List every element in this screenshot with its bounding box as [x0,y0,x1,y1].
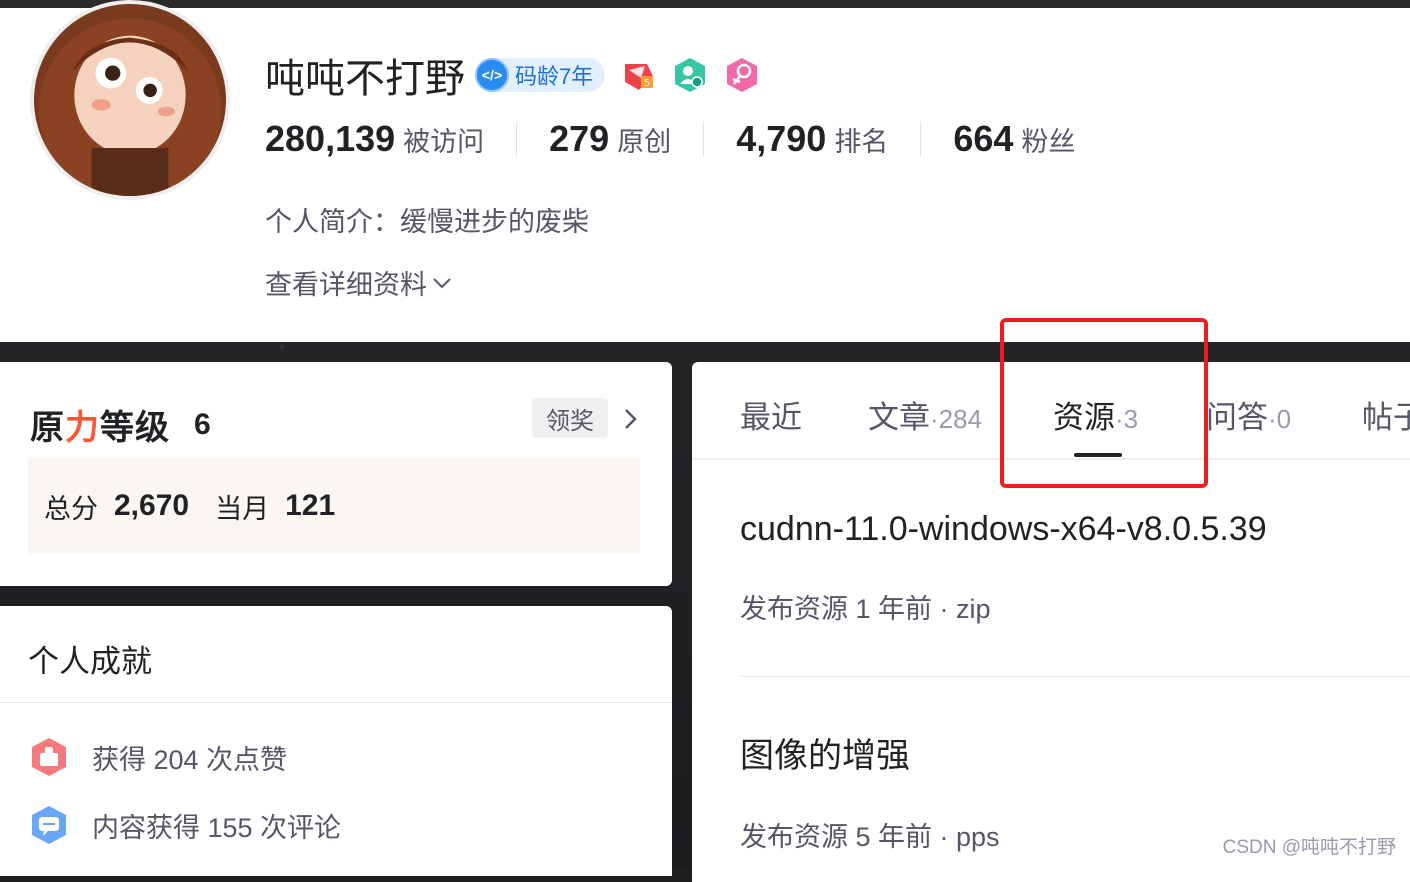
verified-user-badge-icon[interactable] [671,56,709,94]
achievements-card: 个人成就 获得 204 次点赞 内容获得 155 次评论 [0,606,672,876]
svg-text:5: 5 [644,78,650,89]
profile-stats: 280,139 被访问 279 原创 4,790 排名 664 粉丝 [265,118,1075,160]
blog-expert-badge-icon[interactable]: 5 [619,56,657,94]
stat-rank[interactable]: 4,790 排名 [736,118,888,160]
resource-meta: 发布资源 1 年前 · zip [740,594,991,624]
tab-qa[interactable]: 问答·0 [1206,392,1291,437]
tab-count: ·0 [1268,404,1292,434]
resource-meta: 发布资源 5 年前 · pps [740,822,1000,852]
total-score-value: 2,670 [114,489,190,522]
code-age-text: 码龄7年 [515,64,594,89]
profile-header: 吨吨不打野 </> 码龄7年 5 280,139 被访问 279 原创 4,79… [0,0,1410,342]
stat-fans[interactable]: 664 粉丝 [953,118,1075,160]
active-tab-indicator [1074,453,1122,457]
achievement-item: 获得 204 次点赞 [28,736,287,778]
month-score-value: 121 [285,489,336,522]
level-card: 原力等级 6 领奖 总分 2,670 当月 121 [0,362,672,586]
view-details-link[interactable]: 查看详细资料 [265,263,453,302]
avatar[interactable] [30,0,230,200]
tab-resources[interactable]: 资源·3 [1053,392,1138,437]
avatar-image [34,4,226,196]
tab-count: ·284 [930,404,983,434]
total-score-label: 总分 [44,493,98,524]
view-details-label: 查看详细资料 [265,270,427,300]
stat-label: 被访问 [403,127,485,157]
content-panel: 最近 文章·284 资源·3 问答·0 帖子 cudnn-11.0-window… [692,362,1410,882]
achievements-title: 个人成就 [28,644,152,679]
code-icon: </> [475,58,509,92]
achievement-text: 内容获得 155 次评论 [92,812,342,843]
chevron-down-icon [433,277,451,288]
chevron-right-icon[interactable] [620,406,642,432]
resource-item[interactable]: cudnn-11.0-windows-x64-v8.0.5.39 发布资源 1 … [740,510,1267,626]
thumbs-up-icon [32,738,66,776]
stat-label: 排名 [834,127,889,157]
stat-value: 280,139 [265,118,396,159]
resource-title[interactable]: 图像的增强 [740,728,1000,777]
divider [0,702,672,703]
achievement-text: 获得 204 次点赞 [92,744,288,775]
level-number: 6 [194,407,211,441]
watermark: CSDN @吨吨不打野 [1222,837,1396,858]
tab-articles[interactable]: 文章·284 [868,392,982,437]
stat-divider [920,122,922,156]
female-badge-icon[interactable] [723,56,761,94]
stat-value: 4,790 [736,118,827,159]
name-row: 吨吨不打野 </> 码龄7年 5 [265,46,761,104]
stat-label: 粉丝 [1021,127,1076,157]
tab-label: 资源 [1053,400,1115,435]
tab-recent[interactable]: 最近 [740,392,802,437]
stat-value: 664 [953,118,1014,159]
month-score-label: 当月 [215,493,270,524]
profile-bio: 个人简介：缓慢进步的废柴 [265,207,589,237]
achievement-item: 内容获得 155 次评论 [28,804,341,846]
resource-item[interactable]: 图像的增强 发布资源 5 年前 · pps [740,728,1000,854]
tab-label: 最近 [740,400,802,435]
tab-count: ·3 [1115,404,1139,434]
stat-original[interactable]: 279 原创 [549,118,671,160]
score-box: 总分 2,670 当月 121 [28,458,640,554]
tab-label: 文章 [868,400,930,435]
content-tabs: 最近 文章·284 资源·3 问答·0 帖子 [692,362,1410,460]
stat-value: 279 [549,118,610,159]
level-title: 原力等级 6 [30,400,211,449]
tab-label: 问答 [1206,400,1268,435]
tab-posts[interactable]: 帖子 [1362,392,1410,437]
divider [740,676,1410,677]
stat-visits[interactable]: 280,139 被访问 [265,118,484,160]
stat-divider [516,122,518,156]
yuanli-logo: 原力等级 [30,409,170,447]
resource-title[interactable]: cudnn-11.0-windows-x64-v8.0.5.39 [740,510,1267,549]
claim-reward-button[interactable]: 领奖 [532,398,608,438]
username: 吨吨不打野 [265,57,465,101]
stat-label: 原创 [617,127,672,157]
code-age-badge[interactable]: </> 码龄7年 [475,58,606,92]
stat-divider [703,122,705,156]
comment-icon [32,806,66,844]
tab-label: 帖子 [1362,400,1410,435]
